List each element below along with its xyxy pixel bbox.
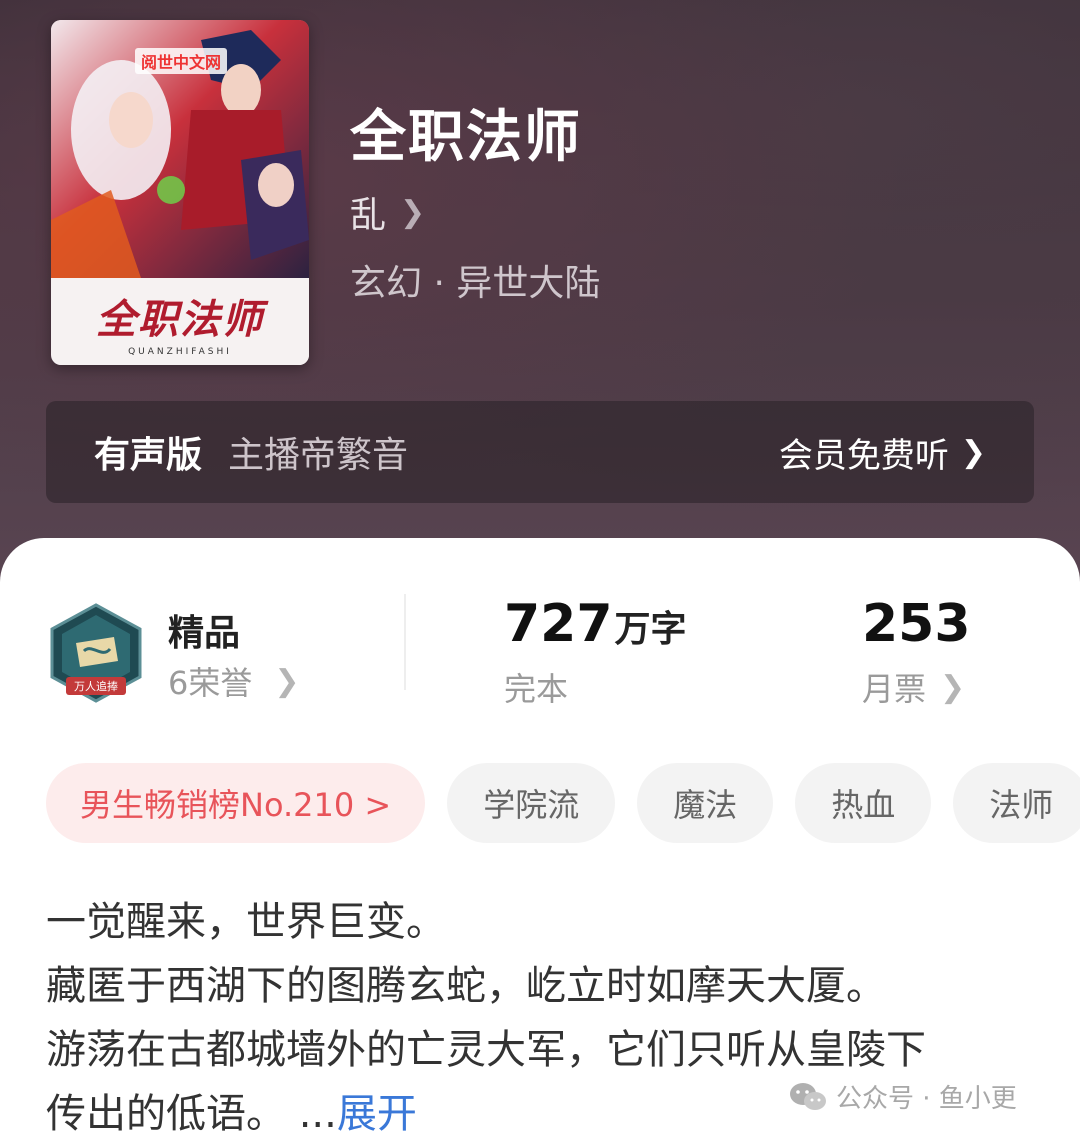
- cover-subtitle: QUANZHIFASHI: [128, 346, 232, 357]
- word-count-unit: 万字: [614, 609, 687, 650]
- tag-academy[interactable]: 学院流: [447, 763, 616, 843]
- badge-text: 万人追捧: [74, 679, 118, 693]
- chevron-right-icon: ❯: [274, 663, 300, 699]
- audio-version-bar[interactable]: 有声版 主播帝繁音 会员免费听 ❯: [46, 401, 1034, 503]
- book-cover[interactable]: 阅世中文网 全职法师 QUANZHIFASHI: [51, 20, 309, 365]
- expand-link[interactable]: 展开: [337, 1091, 417, 1137]
- audio-host: 主播帝繁音: [228, 435, 409, 476]
- chevron-right-icon: ❯: [940, 669, 966, 705]
- watermark-text: 公众号 · 鱼小更: [836, 1084, 1017, 1114]
- synopsis-line: 藏匿于西湖下的图腾玄蛇，屹立时如摩天大厦。: [46, 963, 886, 1009]
- wechat-icon: [790, 1082, 826, 1110]
- watermark: 公众号 · 鱼小更: [788, 1078, 1017, 1115]
- book-title: 全职法师: [350, 105, 582, 170]
- audio-label: 有声版: [94, 435, 203, 476]
- cover-title-plate: 全职法师 QUANZHIFASHI: [51, 278, 309, 365]
- author-name: 乱: [350, 195, 387, 236]
- synopsis-line: 游荡在古都城墙外的亡灵大军，它们只听从皇陵下: [46, 1027, 926, 1073]
- cover-publisher-mark: 阅世中文网: [135, 48, 228, 74]
- author-link[interactable]: 乱 ❯: [350, 186, 425, 238]
- synopsis-line: 一觉醒来，世界巨变。: [46, 899, 446, 945]
- completion-status: 完本: [504, 670, 569, 708]
- tag-passion[interactable]: 热血: [795, 763, 932, 843]
- monthly-ticket-link[interactable]: 月票 ❯: [862, 664, 965, 710]
- chevron-right-icon: ❯: [400, 194, 426, 230]
- book-genre: 玄幻 · 异世大陆: [350, 263, 601, 304]
- cover-title-art: 全职法师: [96, 295, 264, 343]
- word-count: 727 万字: [504, 594, 687, 654]
- honors-count: 6荣誉: [168, 664, 253, 702]
- listen-free-label: 会员免费听: [778, 435, 949, 476]
- monthly-ticket-count: 253: [862, 594, 971, 654]
- tag-row: 男生畅销榜No.210 > 学院流 魔法 热血 法师: [46, 763, 1080, 843]
- rank-tag[interactable]: 男生畅销榜No.210 >: [46, 763, 426, 843]
- tag-magic[interactable]: 魔法: [637, 763, 774, 843]
- monthly-ticket-label: 月票: [862, 670, 927, 708]
- chevron-right-icon: ❯: [960, 434, 986, 470]
- tag-mage[interactable]: 法师: [953, 763, 1080, 843]
- premium-title: 精品: [168, 613, 241, 654]
- listen-free-button[interactable]: 会员免费听 ❯: [779, 428, 986, 477]
- word-count-number: 727: [504, 594, 613, 654]
- book-header: 阅世中文网 全职法师 QUANZHIFASHI 全职法师 乱 ❯ 玄幻 · 异世…: [0, 0, 1080, 600]
- synopsis-line: 传出的低语。 ...: [46, 1091, 337, 1137]
- honors-link[interactable]: 6荣誉 ❯: [168, 658, 300, 704]
- premium-badge-icon: 万人追捧: [50, 603, 142, 703]
- stat-divider: [404, 594, 406, 690]
